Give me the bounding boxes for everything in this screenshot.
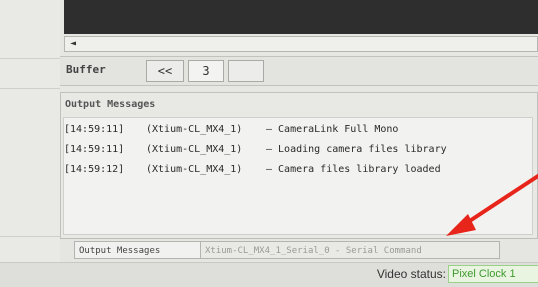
bottom-tab-bar: Output Messages Xtium-CL_MX4_1_Serial_0 … xyxy=(60,238,538,262)
message-text: — Loading camera files library xyxy=(266,144,447,155)
image-display-area[interactable] xyxy=(64,0,538,34)
gutter-divider xyxy=(0,236,60,237)
previous-buffer-button[interactable]: << xyxy=(146,60,184,82)
app-window: ◄ Buffer << 3 Output Messages [14:59:11]… xyxy=(0,0,538,287)
tab-output-messages[interactable]: Output Messages xyxy=(74,241,202,259)
message-text: — Camera files library loaded xyxy=(266,164,441,175)
message-row: [14:59:12] (Xtium-CL_MX4_1) — Camera files… xyxy=(64,164,441,175)
output-messages-panel: Output Messages [14:59:11] (Xtium-CL_MX4_… xyxy=(60,92,538,240)
video-status-label: Video status: xyxy=(376,267,446,281)
left-gutter xyxy=(0,0,60,287)
panel-title: Output Messages xyxy=(65,99,156,110)
message-row: [14:59:11] (Xtium-CL_MX4_1) — Loading came… xyxy=(64,144,447,155)
message-source: (Xtium-CL_MX4_1) xyxy=(146,164,243,175)
message-list[interactable]: [14:59:11] (Xtium-CL_MX4_1) — CameraLink F… xyxy=(63,117,533,235)
status-bar: Video status: Pixel Clock 1 xyxy=(0,262,538,287)
next-buffer-button[interactable] xyxy=(228,60,264,82)
buffer-toolbar: Buffer << 3 xyxy=(60,56,538,86)
video-status-indicator: Pixel Clock 1 xyxy=(448,265,538,283)
gutter-divider xyxy=(0,58,60,59)
message-time: [14:59:11] xyxy=(64,144,125,155)
message-row: [14:59:11] (Xtium-CL_MX4_1) — CameraLink F… xyxy=(64,124,398,135)
buffer-number-field[interactable]: 3 xyxy=(188,60,224,82)
horizontal-scrollbar[interactable]: ◄ xyxy=(64,36,538,52)
gutter-divider xyxy=(0,88,60,89)
message-time: [14:59:11] xyxy=(64,124,125,135)
message-text: — CameraLink Full Mono xyxy=(266,124,399,135)
message-time: [14:59:12] xyxy=(64,164,125,175)
message-source: (Xtium-CL_MX4_1) xyxy=(146,124,243,135)
buffer-label: Buffer xyxy=(66,63,106,76)
tab-serial-command[interactable]: Xtium-CL_MX4_1_Serial_0 - Serial Command xyxy=(200,241,500,259)
message-source: (Xtium-CL_MX4_1) xyxy=(146,144,243,155)
scroll-left-icon[interactable]: ◄ xyxy=(67,38,79,50)
